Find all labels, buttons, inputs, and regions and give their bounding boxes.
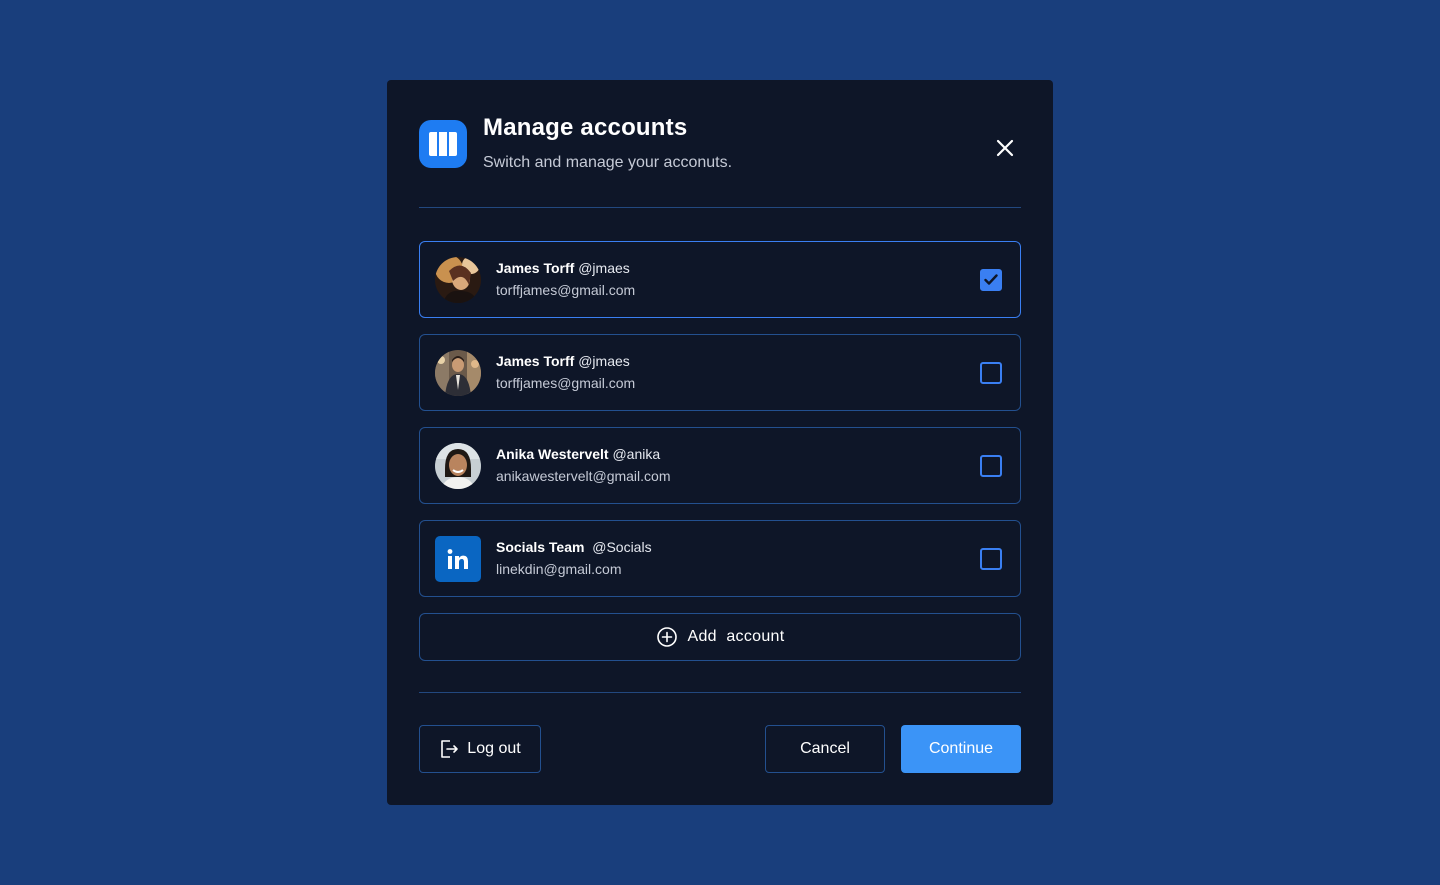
photo-avatar	[435, 257, 481, 303]
photo-avatar	[435, 350, 481, 396]
account-item-james-torff-1[interactable]: James Torff @jmaes torffjames@gmail.com	[419, 241, 1021, 318]
account-checkbox[interactable]	[980, 269, 1002, 291]
manage-accounts-dialog: Manage accounts Switch and manage your a…	[387, 80, 1053, 805]
footer-divider	[419, 692, 1021, 693]
header-divider	[419, 207, 1021, 208]
close-button[interactable]	[989, 132, 1021, 164]
account-item-anika-westervelt[interactable]: Anika Westervelt @anika anikawestervelt@…	[419, 427, 1021, 504]
account-email: anikawestervelt@gmail.com	[496, 468, 671, 484]
logout-button[interactable]: Log out	[419, 725, 541, 773]
account-name: Socials Team	[496, 539, 585, 555]
account-handle: @jmaes	[578, 260, 630, 276]
account-handle: @jmaes	[578, 353, 630, 369]
account-checkbox[interactable]	[980, 362, 1002, 384]
add-account-label: Add account	[687, 628, 785, 645]
logout-icon	[441, 740, 459, 758]
account-checkbox[interactable]	[980, 455, 1002, 477]
continue-button[interactable]: Continue	[901, 725, 1021, 773]
dialog-header: Manage accounts Switch and manage your a…	[419, 114, 1021, 176]
account-checkbox[interactable]	[980, 548, 1002, 570]
account-item-socials-team[interactable]: Socials Team @Socials linekdin@gmail.com	[419, 520, 1021, 597]
account-email: torffjames@gmail.com	[496, 282, 636, 298]
account-email: linekdin@gmail.com	[496, 561, 622, 577]
account-item-james-torff-2[interactable]: James Torff @jmaes torffjames@gmail.com	[419, 334, 1021, 411]
account-name: James Torff	[496, 260, 575, 276]
account-handle: @Socials	[592, 539, 652, 555]
columns-logo-icon	[419, 120, 467, 168]
dialog-subtitle: Switch and manage your acconuts.	[483, 154, 733, 171]
account-handle: @anika	[612, 446, 661, 462]
account-name: James Torff	[496, 353, 575, 369]
dialog-title: Manage accounts	[483, 114, 688, 141]
account-email: torffjames@gmail.com	[496, 375, 636, 391]
checkmark-icon	[984, 274, 998, 285]
add-account-button[interactable]: Add account	[419, 613, 1021, 661]
plus-circle-icon	[656, 627, 677, 647]
cancel-button[interactable]: Cancel	[765, 725, 885, 773]
account-name: Anika Westervelt	[496, 446, 609, 462]
close-icon	[996, 139, 1014, 157]
linkedin-logo-icon	[435, 536, 481, 582]
photo-avatar	[435, 443, 481, 489]
logout-label: Log out	[467, 740, 521, 757]
